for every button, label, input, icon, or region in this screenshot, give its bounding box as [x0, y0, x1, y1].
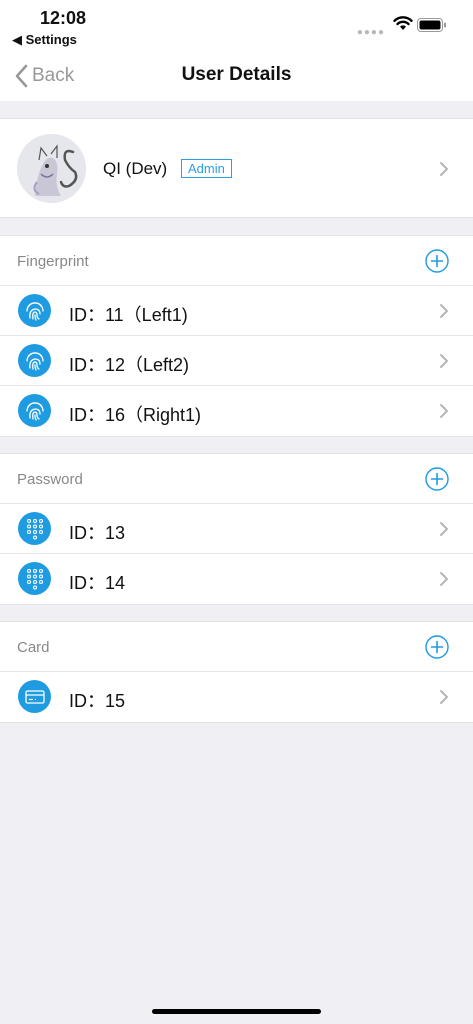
section-header: Password	[0, 454, 473, 504]
battery-icon	[417, 18, 446, 32]
fingerprint-section: Fingerprint ID：11（Left1) ID：12（Left2) ID…	[0, 235, 473, 437]
avatar-drawing-icon	[17, 134, 86, 203]
chevron-right-icon	[440, 404, 448, 418]
card-row[interactable]: ID：15	[0, 672, 473, 722]
avatar	[17, 134, 86, 203]
password-row[interactable]: ID：13	[0, 504, 473, 554]
section-header: Fingerprint	[0, 236, 473, 286]
add-fingerprint-button[interactable]	[425, 249, 449, 273]
navigation-bar: Back User Details	[0, 50, 473, 101]
fingerprint-icon	[18, 344, 51, 377]
wifi-icon	[393, 16, 413, 30]
card-icon	[18, 680, 51, 713]
back-to-app-link[interactable]: ◀ Settings	[12, 32, 77, 48]
user-profile-row[interactable]: QI (Dev) Admin	[0, 118, 473, 218]
chevron-right-icon	[440, 304, 448, 318]
chevron-right-icon	[440, 354, 448, 368]
password-section: Password ID：13 ID：14	[0, 453, 473, 605]
password-row[interactable]: ID：14	[0, 554, 473, 604]
section-title: Password	[17, 471, 83, 488]
chevron-right-icon	[440, 572, 448, 586]
fingerprint-row[interactable]: ID：11（Left1)	[0, 286, 473, 336]
credential-label: ID：11（Left1)	[69, 305, 188, 325]
credential-label: ID：12（Left2)	[69, 355, 190, 375]
fingerprint-icon	[18, 394, 51, 427]
card-section: Card ID：15	[0, 621, 473, 723]
chevron-right-icon	[440, 690, 448, 704]
page-title: User Details	[181, 64, 292, 85]
user-name: QI (Dev)	[103, 159, 168, 178]
section-title: Card	[17, 639, 50, 656]
fingerprint-row[interactable]: ID：16（Right1)	[0, 386, 473, 436]
home-indicator[interactable]	[152, 1009, 321, 1014]
status-bar: 12:08 ◀ Settings ●●●●	[0, 0, 473, 50]
fingerprint-row[interactable]: ID：12（Left2)	[0, 336, 473, 386]
status-time: 12:08	[40, 8, 87, 28]
section-header: Card	[0, 622, 473, 672]
keypad-icon	[18, 512, 51, 545]
credential-label: ID：16（Right1)	[69, 405, 202, 425]
section-title: Fingerprint	[17, 253, 89, 270]
credential-label: ID：15	[69, 691, 126, 711]
chevron-right-icon	[440, 522, 448, 536]
cellular-signal-icon: ●●●●	[356, 27, 385, 38]
role-badge: Admin	[181, 159, 232, 178]
chevron-right-icon	[440, 162, 448, 176]
add-password-button[interactable]	[425, 467, 449, 491]
credential-label: ID：14	[69, 573, 126, 593]
fingerprint-icon	[18, 294, 51, 327]
add-card-button[interactable]	[425, 635, 449, 659]
credential-label: ID：13	[69, 523, 126, 543]
keypad-icon	[18, 562, 51, 595]
